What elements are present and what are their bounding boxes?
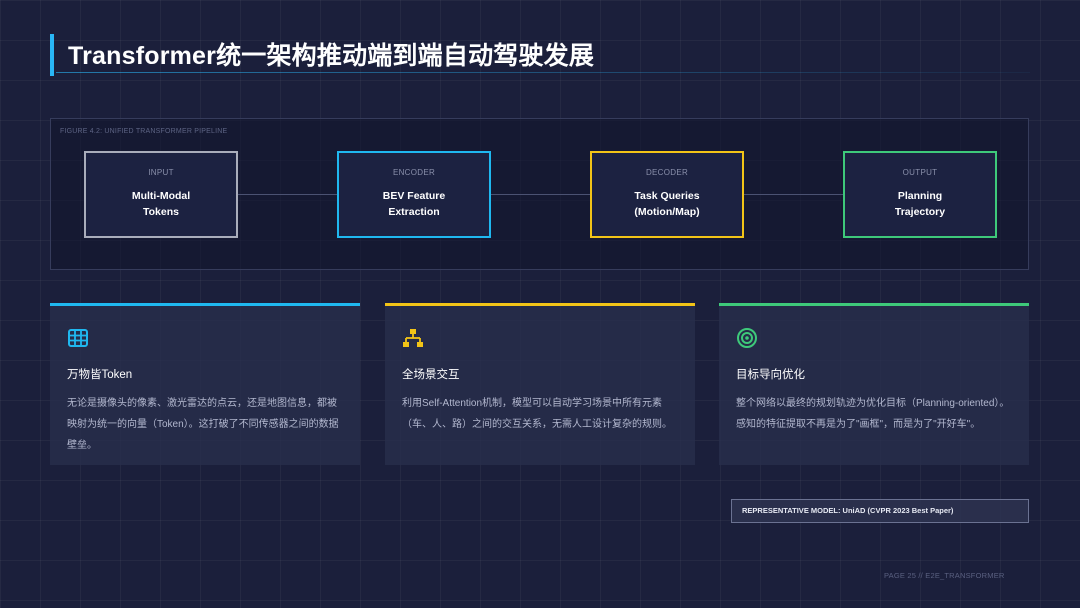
stage-kicker: ENCODER xyxy=(392,168,436,177)
representative-model-note: REPRESENTATIVE MODEL: UniAD (CVPR 2023 B… xyxy=(731,499,1029,523)
stage-output: OUTPUT Planning Trajectory xyxy=(843,151,997,238)
connector-line xyxy=(490,194,590,195)
page-footer: PAGE 25 // E2E_TRANSFORMER xyxy=(884,571,1005,580)
card-body: 整个网络以最终的规划轨迹为优化目标（Planning-oriented）。感知的… xyxy=(736,398,1010,430)
network-icon xyxy=(402,327,424,349)
stage-name: Planning Trajectory xyxy=(894,190,946,218)
stage-name: Multi-Modal Tokens xyxy=(131,190,191,218)
grid-icon xyxy=(67,327,89,349)
card-target: 目标导向优化 整个网络以最终的规划轨迹为优化目标（Planning-orient… xyxy=(719,303,1029,465)
stage-input: INPUT Multi-Modal Tokens xyxy=(84,151,238,238)
card-token: 万物皆Token 无论是摄像头的像素、激光雷达的点云，还是地图信息，都被映射为统… xyxy=(50,303,360,465)
stage-name: Task Queries (Motion/Map) xyxy=(634,190,700,218)
stage-decoder: DECODER Task Queries (Motion/Map) xyxy=(590,151,744,238)
stage-kicker: DECODER xyxy=(645,168,689,177)
stage-name: BEV Feature Extraction xyxy=(382,190,446,218)
stage-kicker: INPUT xyxy=(148,168,174,177)
stage-kicker: OUTPUT xyxy=(902,168,938,177)
card-interaction: 全场景交互 利用Self-Attention机制，模型可以自动学习场景中所有元素… xyxy=(385,303,695,465)
card-body: 利用Self-Attention机制，模型可以自动学习场景中所有元素（车、人、路… xyxy=(402,398,672,430)
connector-line xyxy=(743,194,843,195)
card-title: 目标导向优化 xyxy=(736,369,805,381)
figure-label: FIGURE 4.2: UNIFIED TRANSFORMER PIPELINE xyxy=(60,128,228,135)
card-title: 万物皆Token xyxy=(67,369,133,381)
title-accent-bar xyxy=(50,34,54,76)
target-icon xyxy=(736,327,758,349)
pipeline-figure: FIGURE 4.2: UNIFIED TRANSFORMER PIPELINE… xyxy=(50,118,1029,270)
card-title: 全场景交互 xyxy=(402,369,460,381)
page-title: Transformer统一架构推动端到端自动驾驶发展 xyxy=(68,42,595,70)
stage-encoder: ENCODER BEV Feature Extraction xyxy=(337,151,491,238)
title-underline xyxy=(56,72,1030,73)
card-body: 无论是摄像头的像素、激光雷达的点云，还是地图信息，都被映射为统一的向量（Toke… xyxy=(67,398,339,451)
connector-line xyxy=(237,194,337,195)
